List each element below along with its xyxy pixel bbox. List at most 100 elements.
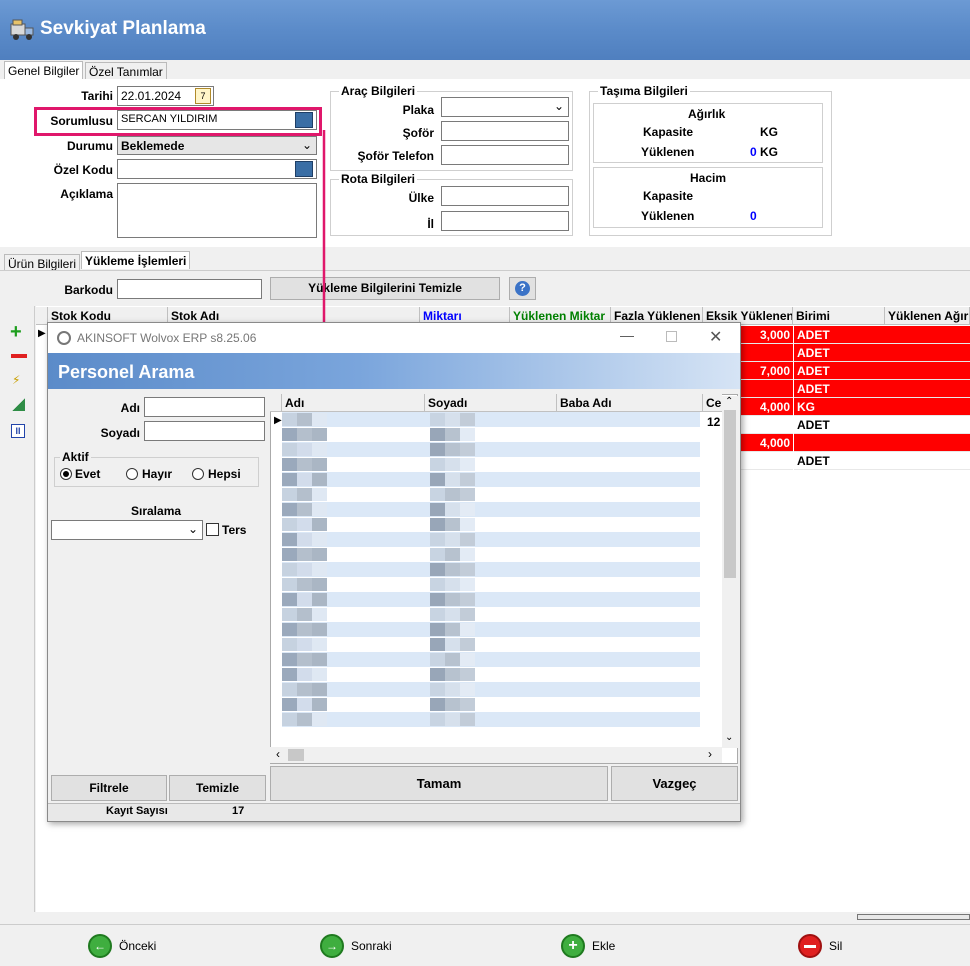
redacted-text [282,578,297,591]
redacted-text [460,458,475,471]
aktif-evet-radio[interactable] [60,468,72,480]
previous-button[interactable]: Önceki [119,939,156,953]
redacted-text [460,428,475,441]
col-birimi[interactable]: Birimi [793,307,885,325]
personel-row[interactable] [282,712,700,727]
redacted-text [445,608,460,621]
redacted-text [445,443,460,456]
personel-row[interactable] [282,637,700,652]
personel-row[interactable] [282,577,700,592]
il-input[interactable] [441,211,569,231]
col-cep[interactable]: Ce [703,394,722,411]
aktif-hayir-radio[interactable] [126,468,138,480]
vazgec-button[interactable]: Vazgeç [611,766,738,801]
scroll-left-icon[interactable]: ‹ [276,747,280,761]
redacted-text [312,488,327,501]
chevron-down-icon: ⌄ [301,138,312,152]
sofor-input[interactable] [441,121,569,141]
minimize-icon[interactable]: — [620,327,634,343]
sofor-telefon-input[interactable] [441,145,569,165]
personel-row[interactable] [282,532,700,547]
maximize-icon[interactable] [666,331,677,342]
redacted-text [282,713,297,726]
sorumlusu-input[interactable]: SERCAN YILDIRIM [117,110,317,130]
scroll-down-icon[interactable]: ⌄ [725,732,733,743]
add-record-icon[interactable]: + [561,934,585,958]
soyadi-input[interactable] [144,421,265,441]
pause-icon[interactable]: II [11,424,25,438]
col-yuklenen-agirlik[interactable]: Yüklenen Ağırlık [885,307,970,325]
next-button[interactable]: Sonraki [351,939,392,953]
redacted-text [445,503,460,516]
delete-icon[interactable] [798,934,822,958]
scroll-up-icon[interactable]: ⌃ [725,396,733,407]
redacted-text [460,608,475,621]
personel-row[interactable] [282,502,700,517]
durumu-select[interactable]: Beklemede ⌄ [117,136,317,155]
adi-input[interactable] [144,397,265,417]
previous-icon[interactable]: ← [88,934,112,958]
ulke-input[interactable] [441,186,569,206]
aciklama-textarea[interactable] [117,183,317,238]
personel-row[interactable] [282,622,700,637]
hscroll-thumb[interactable] [288,749,304,761]
scroll-right-icon[interactable]: › [708,747,712,761]
horizontal-scrollbar[interactable]: ‹ › [270,747,722,763]
redacted-text [312,518,327,531]
personel-row[interactable] [282,412,700,427]
personel-row[interactable] [282,457,700,472]
personel-row[interactable] [282,442,700,457]
close-icon[interactable]: ✕ [709,327,722,347]
redacted-text [445,623,460,636]
lookup-icon[interactable] [295,161,313,177]
temizle-button[interactable]: Temizle [169,775,266,801]
personel-row[interactable] [282,697,700,712]
tab-ozel-tanimlar[interactable]: Özel Tanımlar [85,62,167,80]
personel-row[interactable] [282,547,700,562]
scroll-thumb[interactable] [724,410,736,578]
main-hscroll[interactable] [857,914,970,920]
window-title: Sevkiyat Planlama [40,18,206,39]
personel-row[interactable] [282,667,700,682]
remove-icon[interactable] [11,354,27,358]
delete-button[interactable]: Sil [829,939,842,953]
lookup-icon[interactable] [295,112,313,128]
redacted-text [297,488,312,501]
col-soyadi[interactable]: Soyadı [425,394,557,411]
personel-row[interactable] [282,562,700,577]
adi-label: Adı [120,401,140,415]
siralama-select[interactable]: ⌄ [51,520,203,540]
personel-row[interactable] [282,682,700,697]
plaka-select[interactable]: ⌄ [441,97,569,117]
aktif-hepsi-radio[interactable] [192,468,204,480]
tab-yukleme-islemleri[interactable]: Yükleme İşlemleri [81,251,191,269]
help-button[interactable]: ? [509,277,536,300]
col-baba-adi[interactable]: Baba Adı [557,394,703,411]
add-icon[interactable]: + [10,322,22,342]
personel-row[interactable] [282,487,700,502]
redacted-text [430,518,445,531]
personel-row[interactable] [282,472,700,487]
barkod-input[interactable] [117,279,262,299]
redacted-text [312,548,327,561]
personel-row[interactable] [282,517,700,532]
clear-loading-button[interactable]: Yükleme Bilgilerini Temizle [270,277,500,300]
tamam-button[interactable]: Tamam [270,766,608,801]
excel-icon[interactable] [12,398,25,411]
edit-icon[interactable]: ⚡ [12,373,24,387]
tab-genel-bilgiler[interactable]: Genel Bilgiler [4,61,84,79]
minus-glyph [804,945,816,948]
personel-row[interactable] [282,592,700,607]
filtrele-button[interactable]: Filtrele [51,775,167,801]
add-record-button[interactable]: Ekle [592,939,615,953]
personel-row[interactable] [282,427,700,442]
vertical-scrollbar[interactable]: ⌃ ⌄ [722,396,738,748]
next-icon[interactable]: → [320,934,344,958]
personel-row[interactable] [282,652,700,667]
col-adi[interactable]: Adı [282,394,425,411]
calendar-icon[interactable]: 7 [195,88,211,104]
ozel-kodu-input[interactable] [117,159,317,179]
ters-checkbox[interactable] [206,523,219,536]
redacted-text [297,578,312,591]
personel-row[interactable] [282,607,700,622]
